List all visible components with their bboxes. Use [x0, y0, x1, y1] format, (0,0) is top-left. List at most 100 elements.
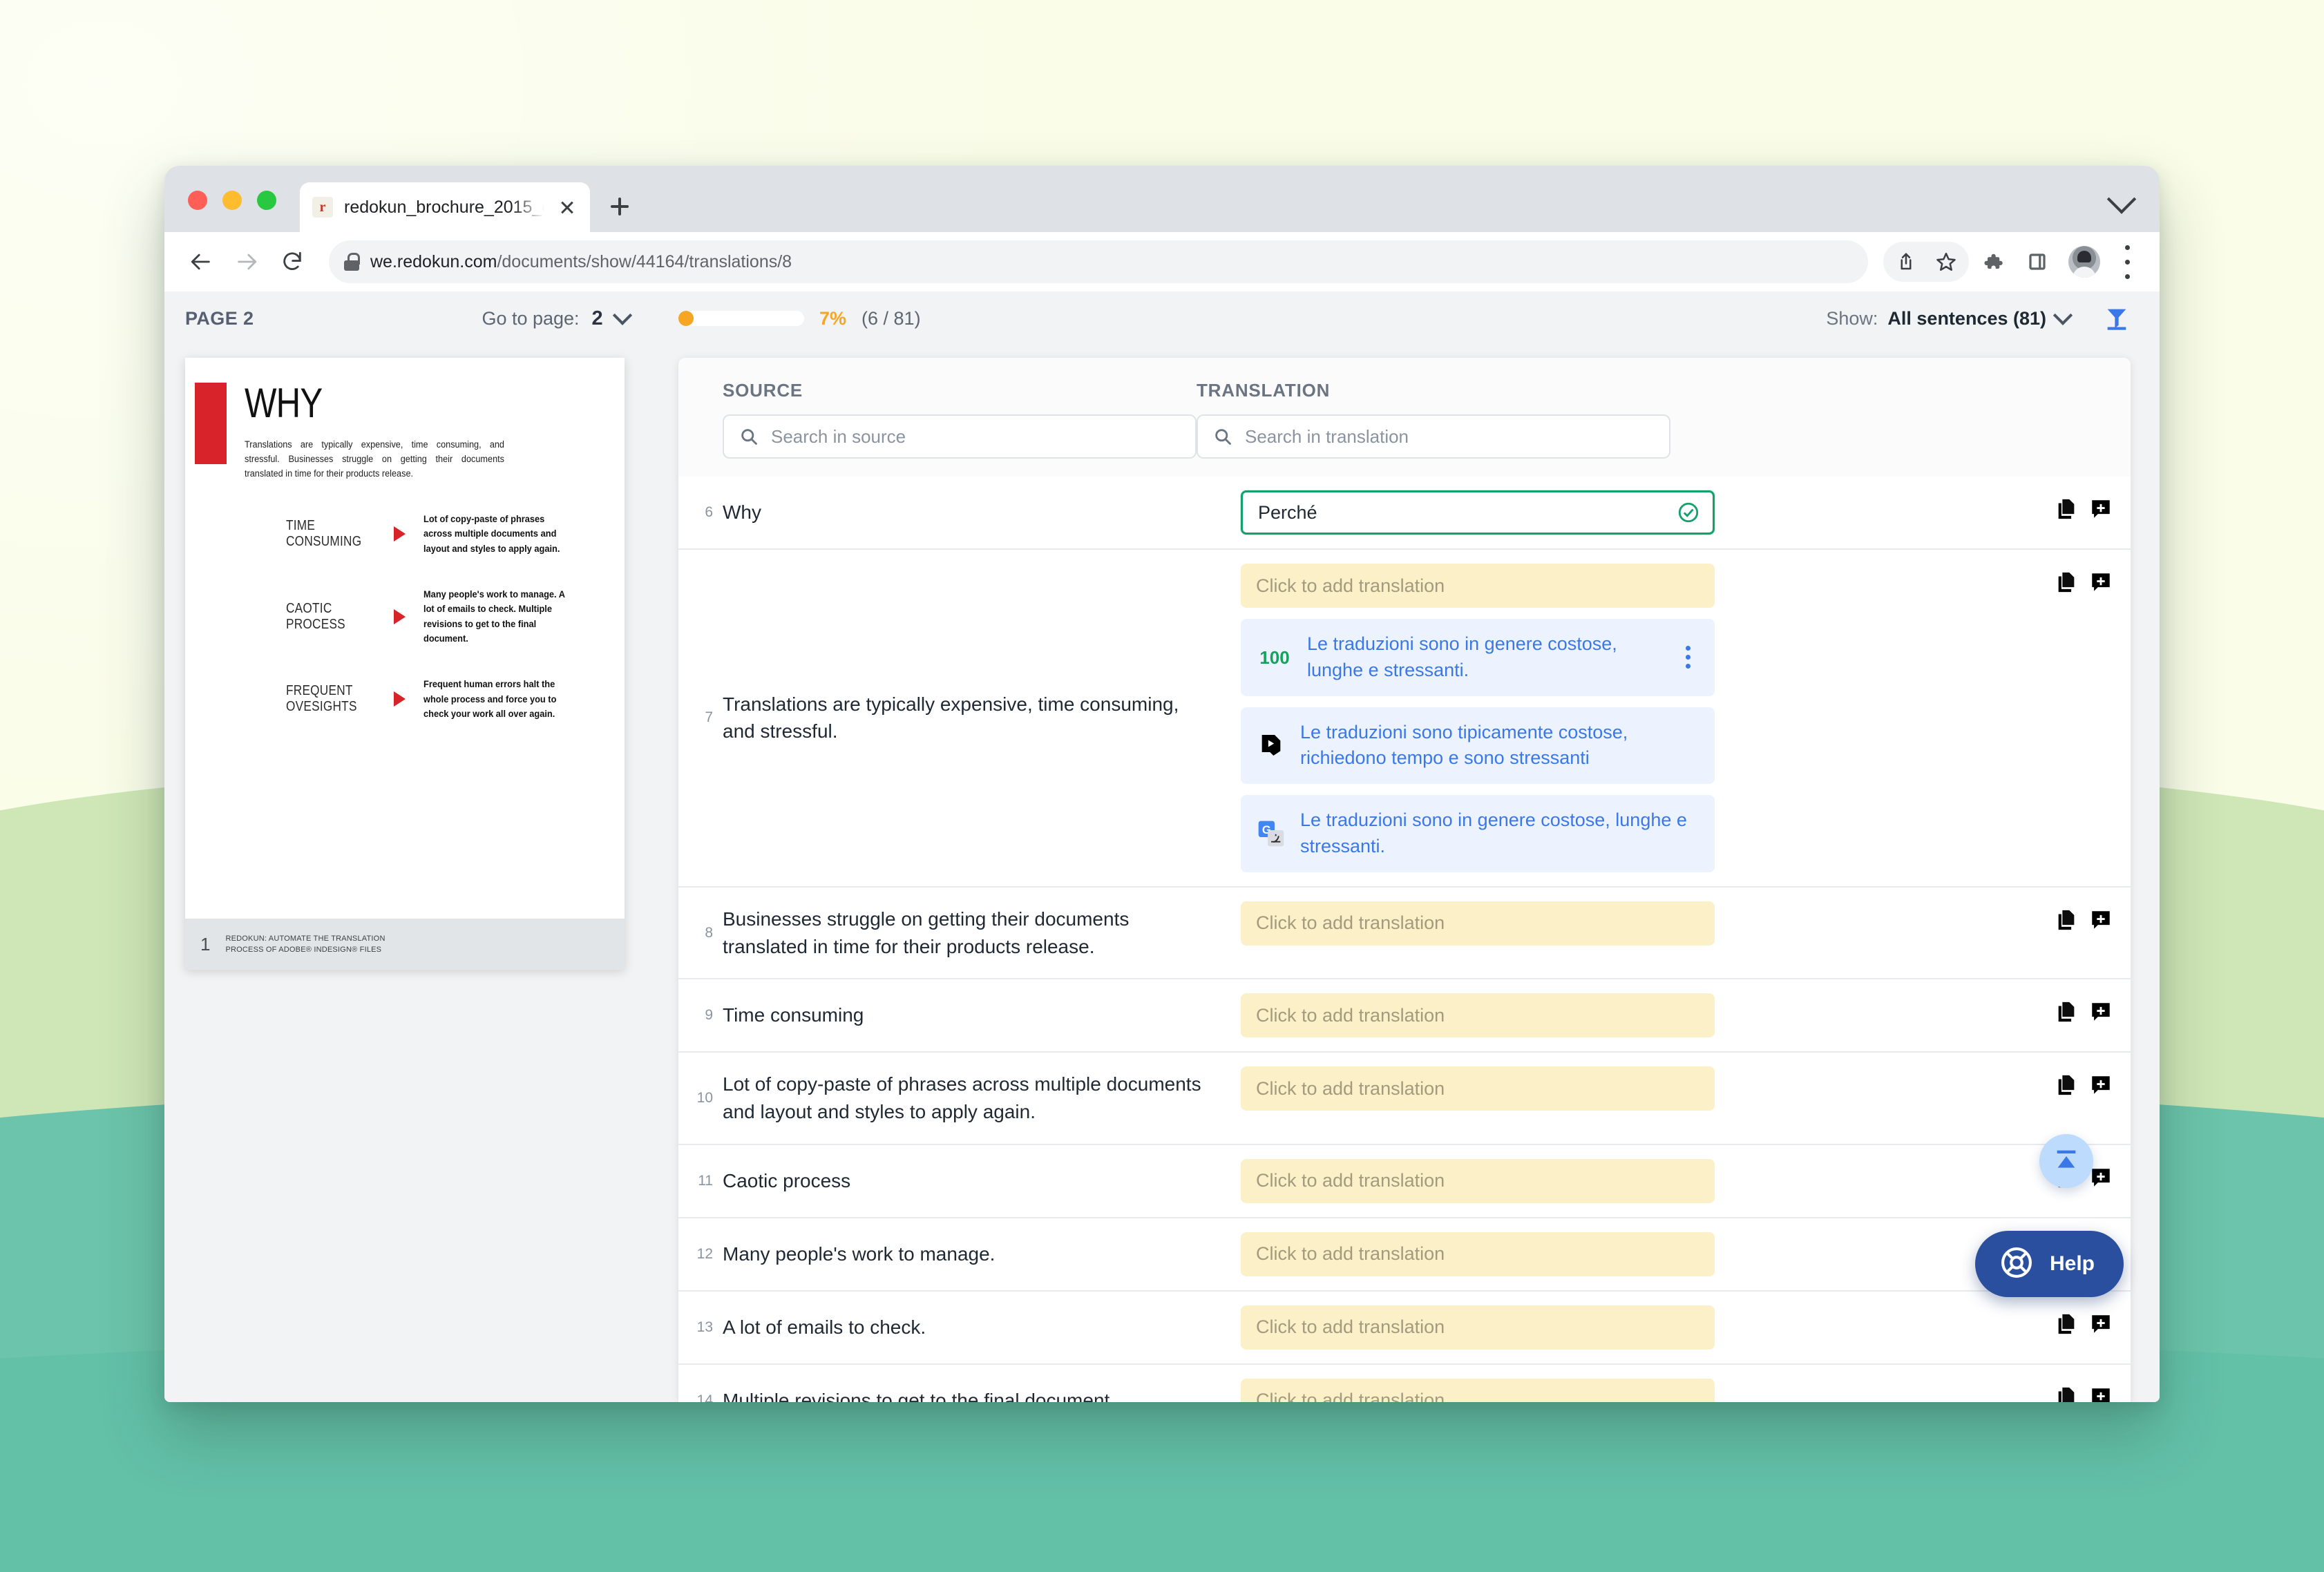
- translation-toolbar: 7% (6 / 81) Show: All sentences (81): [662, 291, 2160, 345]
- row-action-buttons: [2055, 550, 2131, 886]
- table-row: 6 Why Perché: [678, 477, 2131, 548]
- preview-footer-credit: REDOKUN: AUTOMATE THE TRANSLATION PROCES…: [225, 933, 385, 956]
- search-icon: [739, 427, 759, 446]
- browser-tab[interactable]: r redokun_brochure_2015_demo: [300, 182, 590, 232]
- deepl-icon: [1256, 731, 1286, 759]
- kebab-menu-icon[interactable]: [2111, 242, 2143, 282]
- row-number: 6: [705, 504, 713, 520]
- close-window-button[interactable]: [188, 191, 207, 210]
- row-number: 14: [696, 1392, 713, 1402]
- show-filter-dropdown[interactable]: Show: All sentences (81): [1826, 305, 2073, 329]
- source-text: A lot of emails to check.: [723, 1316, 926, 1338]
- copy-source-icon[interactable]: [2055, 571, 2078, 594]
- google-translate-icon: G: [1256, 820, 1286, 847]
- add-comment-icon[interactable]: [2089, 1000, 2113, 1024]
- scroll-to-top-button[interactable]: [2039, 1134, 2093, 1188]
- table-row: 11 Caotic process Click to add translation: [678, 1143, 2131, 1217]
- preview-feature-2: CAOTIC PROCESS Many people's work to man…: [286, 587, 596, 646]
- preview-feature-desc: Many people's work to manage. A lot of e…: [423, 588, 565, 644]
- help-button[interactable]: Help: [1974, 1231, 2124, 1297]
- document-preview-card[interactable]: WHY Translations are typically expensive…: [185, 358, 625, 970]
- add-comment-icon[interactable]: [2089, 1386, 2113, 1402]
- download-icon[interactable]: [2103, 305, 2131, 332]
- star-icon[interactable]: [1926, 242, 1966, 282]
- translation-suggestion[interactable]: G Le traduzioni sono in genere costose, l…: [1241, 795, 1715, 872]
- preview-toolbar: PAGE 2 Go to page: 2: [164, 291, 662, 345]
- add-comment-icon[interactable]: [2089, 497, 2113, 521]
- minimize-window-button[interactable]: [222, 191, 242, 210]
- translation-input-empty[interactable]: Click to add translation: [1241, 993, 1715, 1038]
- translation-input-empty[interactable]: Click to add translation: [1241, 1158, 1715, 1203]
- preview-heading-block: WHY Translations are typically expensive…: [195, 383, 596, 481]
- search-icon: [1213, 427, 1232, 446]
- go-to-page-label: Go to page:: [482, 307, 580, 329]
- translation-input-filled[interactable]: Perché: [1241, 490, 1715, 535]
- copy-source-icon[interactable]: [2055, 1000, 2078, 1024]
- preview-feature-desc: Frequent human errors halt the whole pro…: [423, 678, 557, 720]
- translation-input-empty[interactable]: Click to add translation: [1241, 1305, 1715, 1350]
- translation-cell: Click to add translation: [1241, 1292, 2055, 1363]
- progress-indicator: 7% (6 / 81): [678, 308, 921, 329]
- copy-source-icon[interactable]: [2055, 908, 2078, 932]
- show-filter-value: All sentences (81): [1887, 307, 2046, 329]
- source-text: Lot of copy-paste of phrases across mult…: [723, 1073, 1201, 1123]
- close-tab-icon[interactable]: [555, 195, 579, 219]
- puzzle-icon[interactable]: [1973, 242, 2013, 282]
- row-action-buttons: [2055, 1365, 2131, 1402]
- go-to-page-control[interactable]: Go to page: 2: [482, 305, 632, 330]
- maximize-window-button[interactable]: [257, 191, 276, 210]
- table-row: 14 Multiple revisions to get to the final…: [678, 1363, 2131, 1402]
- back-arrow-icon[interactable]: [180, 240, 222, 283]
- translation-input-empty[interactable]: Click to add translation: [1241, 1066, 1715, 1111]
- search-in-translation-field[interactable]: Search in translation: [1197, 414, 1670, 459]
- url-path: /documents/show/44164/translations/8: [497, 251, 792, 271]
- translation-column-header: TRANSLATION Search in translation: [1197, 381, 2131, 459]
- row-number: 7: [705, 709, 713, 726]
- add-comment-icon[interactable]: [2089, 571, 2113, 594]
- search-in-source-placeholder: Search in source: [771, 425, 906, 447]
- translation-input-empty[interactable]: Click to add translation: [1241, 1378, 1715, 1402]
- match-score-badge: 100: [1259, 646, 1290, 668]
- add-comment-icon[interactable]: [2089, 1166, 2113, 1189]
- forward-arrow-icon[interactable]: [225, 240, 268, 283]
- add-comment-icon[interactable]: [2089, 1073, 2113, 1097]
- translation-suggestion[interactable]: Le traduzioni sono tipicamente costose, …: [1241, 707, 1715, 785]
- table-row: 8 Businesses struggle on getting their do…: [678, 885, 2131, 979]
- table-row: 9 Time consuming Click to add translation: [678, 978, 2131, 1052]
- suggestion-menu-icon[interactable]: [1676, 646, 1699, 669]
- translation-input-empty[interactable]: Click to add translation: [1241, 1231, 1715, 1276]
- preview-footer-page-number: 1: [200, 934, 211, 955]
- translation-input-empty[interactable]: Click to add translation: [1241, 901, 1715, 946]
- translation-suggestion[interactable]: 100 Le traduzioni sono in genere costose,…: [1241, 619, 1715, 696]
- preview-feature-title: TIME CONSUMING: [286, 517, 362, 550]
- copy-source-icon[interactable]: [2055, 1312, 2078, 1336]
- table-row: 7 Translations are typically expensive, t…: [678, 548, 2131, 886]
- copy-source-icon[interactable]: [2055, 497, 2078, 521]
- add-comment-icon[interactable]: [2089, 1312, 2113, 1336]
- row-number: 10: [696, 1090, 713, 1106]
- share-icon[interactable]: [1886, 242, 1926, 282]
- row-action-buttons: [2055, 1292, 2131, 1363]
- preview-toolbar-left: PAGE 2 Go to page: 2: [164, 305, 662, 330]
- url-input[interactable]: we.redokun.com/documents/show/44164/tran…: [329, 240, 1868, 283]
- triangle-right-icon: [394, 526, 406, 542]
- new-tab-icon[interactable]: [604, 191, 636, 222]
- chevron-down-icon[interactable]: [612, 305, 632, 325]
- preview-feature-title: CAOTIC PROCESS: [286, 600, 345, 632]
- side-panel-icon[interactable]: [2017, 242, 2057, 282]
- add-comment-icon[interactable]: [2089, 908, 2113, 932]
- translation-input-empty[interactable]: Click to add translation: [1241, 564, 1715, 608]
- chevron-down-icon[interactable]: [2106, 184, 2137, 214]
- row-action-buttons: [2055, 888, 2131, 979]
- copy-source-icon[interactable]: [2055, 1073, 2078, 1097]
- copy-source-icon[interactable]: [2055, 1386, 2078, 1402]
- table-row: 10 Lot of copy-paste of phrases across mu…: [678, 1051, 2131, 1144]
- document-preview-column: PAGE 2 Go to page: 2 WHY Translations ar…: [164, 291, 662, 1402]
- reload-icon[interactable]: [271, 240, 314, 283]
- page-title: PAGE 2: [185, 307, 254, 329]
- chevron-down-icon[interactable]: [2052, 305, 2073, 325]
- search-in-source-field[interactable]: Search in source: [723, 414, 1197, 459]
- preview-title: WHY: [245, 380, 323, 426]
- avatar[interactable]: [2068, 246, 2100, 278]
- tab-title: redokun_brochure_2015_demo: [344, 197, 544, 217]
